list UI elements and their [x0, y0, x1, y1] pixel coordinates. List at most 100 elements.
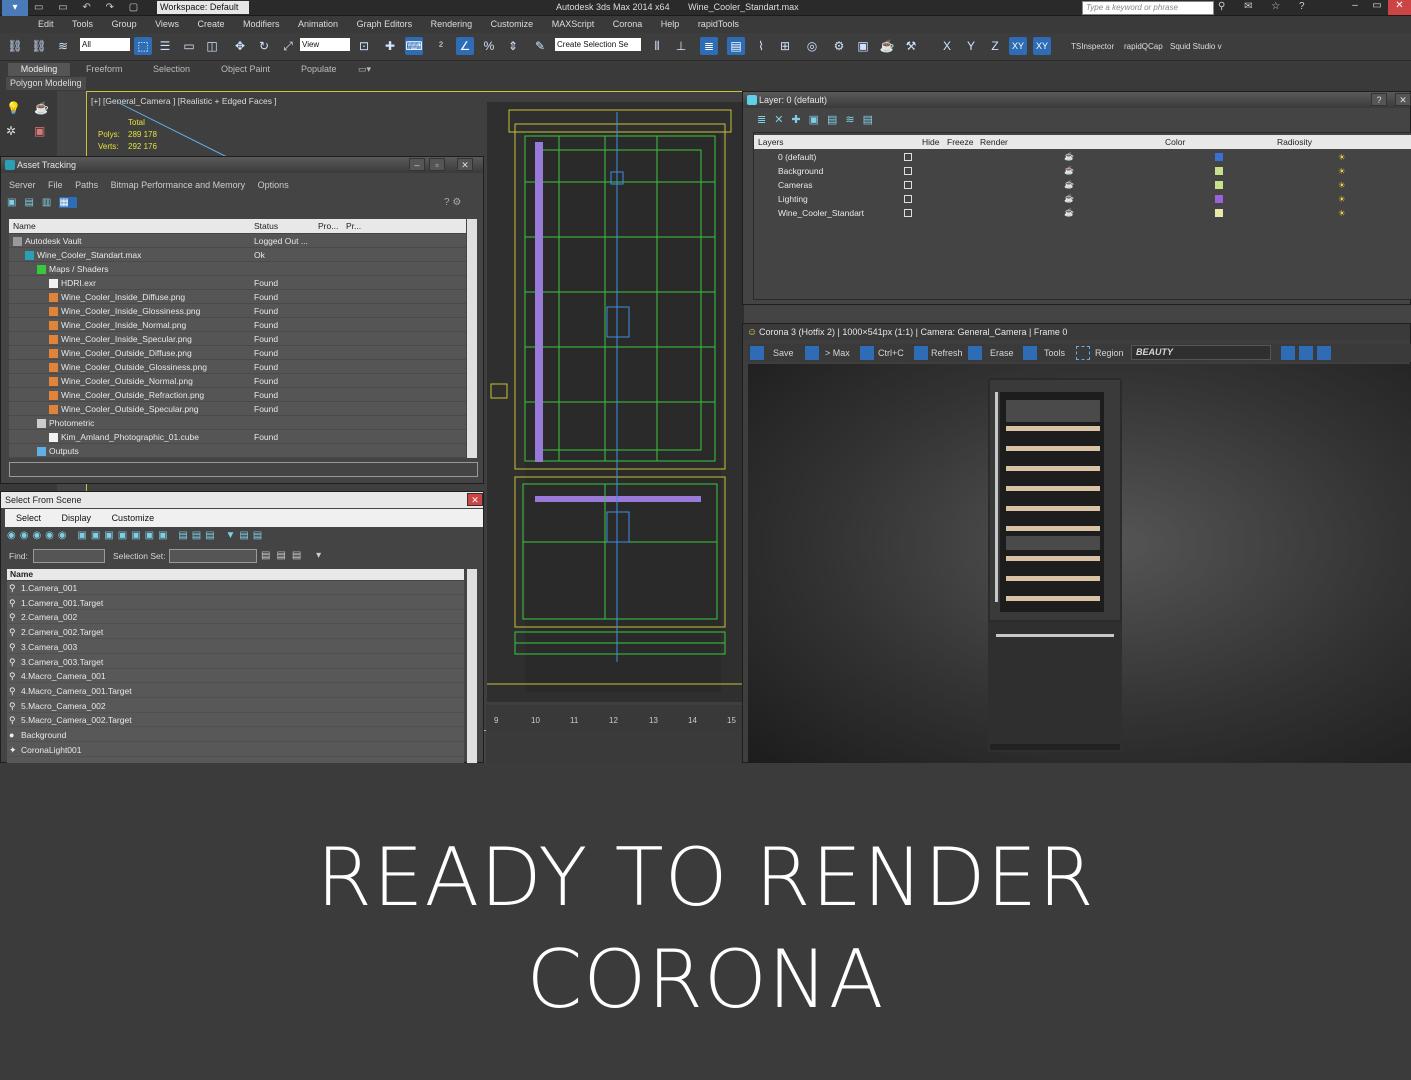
tab-selection[interactable]: Selection: [153, 63, 190, 76]
menu-maxscript[interactable]: MAXScript: [544, 16, 603, 33]
col-name[interactable]: Name: [13, 219, 36, 233]
app-logo-icon[interactable]: ▾: [2, 0, 28, 16]
asset-row[interactable]: Wine_Cooler_Outside_Specular.png Found: [9, 402, 466, 416]
scene-list-item[interactable]: ⚲ 2.Camera_002: [7, 610, 464, 625]
scene-list-item[interactable]: ⚲ 1.Camera_001.Target: [7, 596, 464, 610]
hide-checkbox[interactable]: [904, 181, 912, 189]
pivot-icon[interactable]: ⊡: [355, 37, 373, 55]
layer-row[interactable]: Background ☕ ☀: [754, 164, 1411, 178]
axis-x-button[interactable]: X: [938, 37, 956, 55]
window-crossing-icon[interactable]: ◫: [203, 37, 221, 55]
render-toggle-icon[interactable]: ☕: [1064, 150, 1074, 164]
menu-options[interactable]: Options: [258, 180, 289, 190]
tab-modeling[interactable]: Modeling: [8, 63, 70, 76]
sfs-col-name[interactable]: Name: [7, 569, 464, 580]
rotate-icon[interactable]: ↻: [255, 37, 273, 55]
tab-populate[interactable]: Populate: [301, 63, 337, 76]
selection-set-dropdown[interactable]: [169, 549, 257, 563]
axis-xy-button[interactable]: XY: [1009, 37, 1027, 55]
menu-views[interactable]: Views: [147, 16, 187, 33]
radiosity-icon[interactable]: ☀: [1338, 206, 1346, 220]
col-proxy-resolution[interactable]: Pro...: [318, 219, 338, 233]
plugin-squid-studio[interactable]: Squid Studio v: [1170, 42, 1222, 51]
menu-customize[interactable]: Customize: [112, 509, 155, 527]
hide-checkbox[interactable]: [904, 209, 912, 217]
asset-row[interactable]: Kim_Amland_Photographic_01.cube Found: [9, 430, 466, 444]
asset-row[interactable]: Wine_Cooler_Inside_Diffuse.png Found: [9, 290, 466, 304]
layer-toolbar-icons[interactable]: ≣✕✚▣▤≋▤: [757, 113, 881, 126]
help-icon[interactable]: ? ⚙: [444, 197, 461, 208]
axis-xy-cycle-button[interactable]: XY: [1033, 37, 1051, 55]
helper-icon[interactable]: ✲: [6, 124, 16, 138]
snaps-icon[interactable]: ²: [432, 37, 450, 55]
scene-list-item[interactable]: ⚲ 1.Camera_001: [7, 581, 464, 595]
angle-snap-icon[interactable]: ∠: [456, 37, 474, 55]
named-selection-dropdown[interactable]: Create Selection Se: [555, 38, 641, 51]
render-toggle-icon[interactable]: ☕: [1064, 192, 1074, 206]
asset-row[interactable]: Wine_Cooler_Outside_Diffuse.png Found: [9, 346, 466, 360]
radiosity-icon[interactable]: ☀: [1338, 164, 1346, 178]
close-icon[interactable]: ✕: [457, 158, 473, 171]
menu-create[interactable]: Create: [189, 16, 232, 33]
asset-row[interactable]: Wine_Cooler_Inside_Specular.png Found: [9, 332, 466, 346]
material-editor-icon[interactable]: ◎: [803, 37, 821, 55]
scale-icon[interactable]: ⤢: [279, 37, 297, 55]
selection-filter-dropdown[interactable]: All: [80, 38, 130, 51]
sfs-scrollbar[interactable]: [467, 569, 477, 763]
spinner-snap-icon[interactable]: ⇕: [504, 37, 522, 55]
graphite-icon[interactable]: ▤: [727, 37, 745, 55]
render-setup-icon[interactable]: ⚙: [830, 37, 848, 55]
scene-list-item[interactable]: ⚲ 4.Macro_Camera_001.Target: [7, 684, 464, 698]
menu-rapidtools[interactable]: rapidTools: [690, 16, 747, 33]
menu-group[interactable]: Group: [104, 16, 145, 33]
asset-row[interactable]: Maps / Shaders: [9, 262, 466, 276]
close-icon[interactable]: ✕: [467, 493, 483, 506]
minimize-icon[interactable]: –: [409, 158, 425, 171]
layer-row[interactable]: Cameras ☕ ☀: [754, 178, 1411, 192]
layer-color-swatch[interactable]: [1215, 209, 1223, 217]
asset-row[interactable]: HDRI.exr Found: [9, 276, 466, 290]
layer-row[interactable]: 0 (default) ☕ ☀: [754, 150, 1411, 164]
tools-button[interactable]: Tools: [1044, 348, 1065, 358]
render-iterative-icon[interactable]: ⚒: [902, 37, 920, 55]
layer-color-swatch[interactable]: [1215, 195, 1223, 203]
select-by-name-icon[interactable]: ☰: [156, 37, 174, 55]
col-radiosity[interactable]: Radiosity: [1277, 135, 1312, 149]
layer-row[interactable]: Lighting ☕ ☀: [754, 192, 1411, 206]
scene-list-item[interactable]: ⚲ 5.Macro_Camera_002.Target: [7, 713, 464, 728]
erase-button[interactable]: Erase: [990, 348, 1014, 358]
layer-row[interactable]: Wine_Cooler_Standart ☕ ☀: [754, 206, 1411, 220]
refresh-button[interactable]: Refresh: [931, 348, 963, 358]
asset-row[interactable]: Wine_Cooler_Inside_Normal.png Found: [9, 318, 466, 332]
teapot-icon[interactable]: ☕: [34, 101, 49, 115]
search-input[interactable]: Type a keyword or phrase: [1082, 1, 1214, 15]
maximize-icon[interactable]: ▫: [429, 158, 445, 171]
col-color[interactable]: Color: [1165, 135, 1185, 149]
schematic-icon[interactable]: ⊞: [776, 37, 794, 55]
menu-edit[interactable]: Edit: [30, 16, 62, 33]
tab-freeform[interactable]: Freeform: [86, 63, 123, 76]
radiosity-icon[interactable]: ☀: [1338, 192, 1346, 206]
scene-list-item[interactable]: ⚲ 3.Camera_003.Target: [7, 655, 464, 669]
menu-graph-editors[interactable]: Graph Editors: [349, 16, 421, 33]
asset-row[interactable]: Autodesk Vault Logged Out ...: [9, 234, 466, 248]
tab-polygon-modeling[interactable]: Polygon Modeling: [6, 77, 86, 90]
help-icons[interactable]: ⚲ ✉ ☆ ?: [1218, 1, 1313, 12]
menu-paths[interactable]: Paths: [75, 180, 98, 190]
mirror-icon[interactable]: ⫴: [648, 37, 666, 55]
menu-tools[interactable]: Tools: [64, 16, 101, 33]
col-proxy-status[interactable]: Pr...: [346, 219, 361, 233]
asset-row[interactable]: Wine_Cooler_Outside_Normal.png Found: [9, 374, 466, 388]
region-button[interactable]: Region: [1095, 348, 1124, 358]
menu-display[interactable]: Display: [62, 509, 92, 527]
unlink-icon[interactable]: ⛓: [30, 37, 48, 55]
sfs-set-icons[interactable]: ▤▤▤ ▾: [261, 550, 327, 561]
edit-named-sel-icon[interactable]: ✎: [531, 37, 549, 55]
plugin-tsinspector[interactable]: TSInspector: [1071, 42, 1114, 51]
asset-toolbar-icons[interactable]: ▣▤▥▦: [7, 197, 87, 211]
asset-row[interactable]: Outputs: [9, 444, 466, 458]
render-toggle-icon[interactable]: ☕: [1064, 164, 1074, 178]
rect-selection-icon[interactable]: ▭: [180, 37, 198, 55]
menu-select[interactable]: Select: [16, 509, 41, 527]
menu-help[interactable]: Help: [653, 16, 688, 33]
